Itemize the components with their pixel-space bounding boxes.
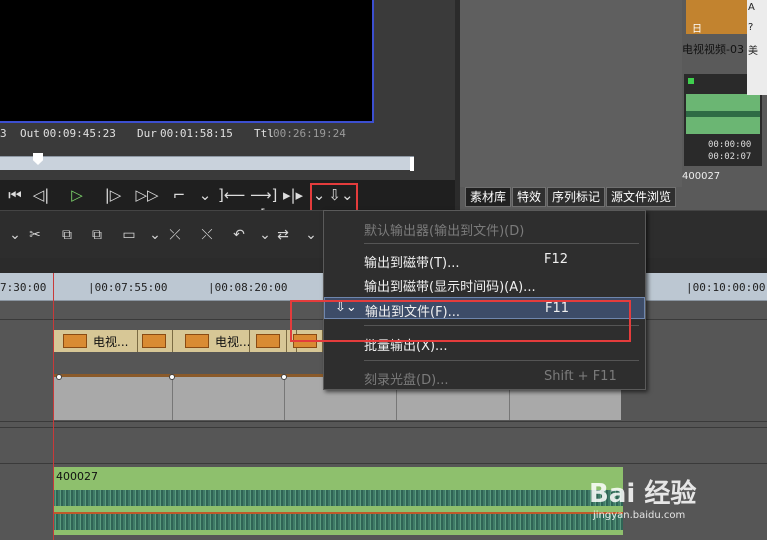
rewind-icon[interactable]: ⏮	[2, 185, 28, 205]
loop-dropdown-icon[interactable]: ⌄	[192, 185, 218, 205]
tab-sequence-markers[interactable]: 序列标记	[547, 187, 606, 207]
dur-timecode: 00:01:58:15	[160, 127, 233, 140]
library-list	[460, 0, 682, 187]
side-label: A	[748, 2, 755, 13]
fast-forward-icon[interactable]: ▷▷	[134, 185, 160, 205]
waveform-icon	[53, 514, 623, 530]
track-divider	[0, 427, 767, 428]
ripple-delete-icon[interactable]: ⤬	[196, 225, 218, 245]
tab-effects[interactable]: 特效	[512, 187, 547, 207]
step-back-icon[interactable]: ◁|	[28, 185, 54, 205]
keyframe-dot[interactable]	[169, 374, 175, 380]
menu-item-export-tape-timecode[interactable]: 输出到磁带(显示时间码)(A)...	[324, 273, 645, 295]
swap-dropdown-icon[interactable]: ⌄	[300, 225, 322, 245]
watermark-url: jingyan.baidu.com	[593, 510, 686, 521]
preview-screen[interactable]	[0, 0, 374, 123]
copy-icon[interactable]: ⧉	[56, 225, 78, 245]
out-label: Out	[20, 127, 40, 140]
menu-separator	[364, 243, 639, 244]
ruler-label: |00:08:20:00	[208, 281, 288, 294]
menu-item-default-exporter[interactable]: 默认输出器(输出到文件)(D)	[324, 217, 645, 239]
playhead-marker[interactable]	[33, 153, 43, 165]
audio-tc-in: 00:00:00	[708, 140, 752, 150]
play-icon[interactable]: ▷	[64, 185, 90, 205]
menu-separator	[364, 360, 639, 361]
clip-thumb-icon	[63, 334, 87, 348]
video-track: 电视... 电视...	[53, 330, 323, 352]
ttl-timecode: 00:26:19:24	[273, 127, 346, 140]
track-divider	[0, 421, 767, 422]
mark-out-icon[interactable]: ⟶][	[250, 185, 277, 224]
video-clip[interactable]	[249, 330, 287, 352]
toolbar-dropdown-icon[interactable]: ⌄	[4, 225, 26, 245]
side-label: ?	[748, 22, 754, 33]
status-dot-icon	[688, 78, 694, 84]
waveform-icon	[53, 490, 623, 506]
timeline-cursor[interactable]	[53, 273, 54, 540]
in-timecode: 3	[0, 127, 7, 140]
watermark: Bai 经验 jingyan.baidu.com	[585, 455, 767, 525]
ruler-label: 7:30:00	[0, 281, 47, 294]
tab-asset-library[interactable]: 素材库	[465, 187, 512, 207]
ttl-label: Ttl	[254, 127, 274, 140]
dur-label: Dur	[137, 127, 157, 140]
scrub-end-marker	[410, 157, 414, 171]
swap-icon[interactable]: ⇄	[272, 225, 294, 245]
clip-label: 电视视频-03	[682, 43, 744, 56]
audio-tc-out: 00:02:07	[708, 152, 752, 162]
export-button-highlight	[310, 183, 358, 213]
paste-icon[interactable]: ⧉	[86, 225, 108, 245]
cut-icon[interactable]: ✂	[24, 225, 46, 245]
mark-in-icon[interactable]: ]⟵	[218, 185, 245, 205]
transport-bar: ⏮◁|▷|▷▷▷⌐⌄]⟵⟶][▸|▸⌄⇩⌄	[0, 180, 455, 224]
out-timecode: 00:09:45:23	[43, 127, 116, 140]
player-panel: 3 Out 00:09:45:23 Dur 00:01:58:15 Ttl 00…	[0, 0, 455, 224]
audio-clip[interactable]: 400027	[53, 467, 623, 535]
watermark-text: Bai 经验	[589, 479, 697, 509]
clip-day-icon: 日	[692, 24, 702, 35]
video-clip[interactable]	[137, 330, 173, 352]
keyframe-dot[interactable]	[56, 374, 62, 380]
match-frame-icon[interactable]: ▸|▸	[280, 185, 306, 205]
clip-thumb-icon	[256, 334, 280, 348]
side-label[interactable]: 美	[747, 40, 767, 60]
waveform-icon	[686, 94, 760, 134]
keyframe-dot[interactable]	[281, 374, 287, 380]
audio-clip-name: 400027	[56, 470, 98, 483]
menu-item-export-tape[interactable]: 输出到磁带(T)... F12	[324, 249, 645, 271]
group-icon[interactable]: ▭	[118, 225, 140, 245]
step-forward-icon[interactable]: |▷	[100, 185, 126, 205]
clip-thumb-icon	[142, 334, 166, 348]
menu-highlight-box	[290, 300, 631, 342]
library-panel: 日 电视视频-03 00:00:00 00:02:07 400027 A ? 美…	[460, 0, 767, 210]
library-tabs: 素材库 特效 序列标记 源文件浏览	[465, 187, 677, 207]
scrub-bar[interactable]	[0, 153, 414, 171]
clip-name: 电视...	[93, 334, 129, 349]
undo-icon[interactable]: ↶	[228, 225, 250, 245]
clip-divider	[284, 374, 285, 420]
clip-name: 电视...	[215, 334, 251, 349]
delete-icon[interactable]: ⤫	[164, 225, 186, 245]
properties-side: A ? 美	[747, 0, 767, 95]
ruler-label: |00:07:55:00	[88, 281, 168, 294]
group-dropdown-icon[interactable]: ⌄	[144, 225, 166, 245]
audio-clip-label: 400027	[682, 171, 721, 182]
clip-thumbnail[interactable]: 日	[686, 0, 750, 35]
clip-thumb-icon	[185, 334, 209, 348]
tab-source-browser[interactable]: 源文件浏览	[606, 187, 677, 207]
menu-item-burn-disc[interactable]: 刻录光盘(D)... Shift + F11	[324, 366, 645, 388]
timecode-bar: 3 Out 00:09:45:23 Dur 00:01:58:15 Ttl 00…	[0, 126, 455, 144]
loop-icon[interactable]: ⌐	[166, 185, 192, 205]
clip-divider	[172, 374, 173, 420]
ruler-label: |00:10:00:00	[686, 281, 766, 294]
